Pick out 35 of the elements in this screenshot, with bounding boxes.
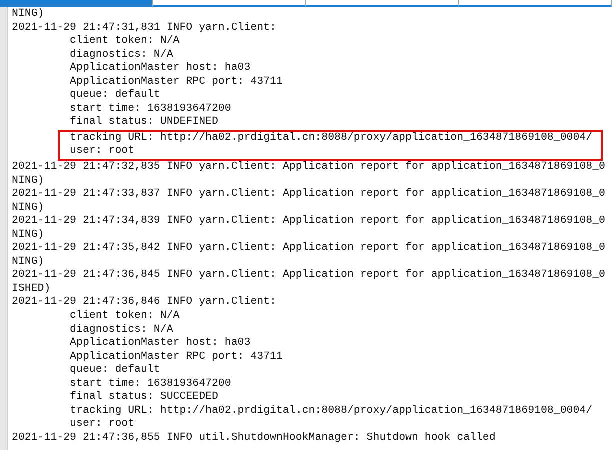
log-line: 2021-11-29 21:47:35,842 INFO yarn.Client: Application report for application_1634871869108_0 [12, 242, 606, 256]
log-line: ISHED) [12, 282, 51, 296]
log-line: NING) [12, 228, 44, 242]
log-line: start time: 1638193647200 [70, 102, 232, 116]
log-line: start time: 1638193647200 [70, 378, 232, 391]
log-line: ApplicationMaster host: ha03 [70, 337, 251, 351]
log-line: tracking URL: http://ha02.prdigital.cn:8088/proxy/application_1634871869108_0004/ [70, 404, 593, 418]
editor-tab[interactable] [459, 0, 612, 7]
log-line: client token: N/A [70, 35, 180, 49]
log-line: 2021-11-29 21:47:31,831 INFO yarn.Client: [12, 22, 276, 35]
editor-tab[interactable] [306, 0, 459, 7]
log-line: final status: UNDEFINED [70, 116, 218, 130]
log-line: NING) [12, 202, 44, 216]
log-line: queue: default [70, 89, 160, 103]
log-line: user: root [70, 145, 135, 160]
log-line: diagnostics: N/A [70, 48, 174, 62]
log-line: ApplicationMaster RPC port: 43711 [70, 350, 283, 364]
log-line: user: root [70, 418, 135, 432]
log-line: 2021-11-29 21:47:36,855 INFO util.ShutdownHookManager: Shutdown hook called [12, 432, 496, 446]
log-line: ApplicationMaster RPC port: 43711 [70, 76, 283, 89]
editor-tab[interactable] [153, 0, 306, 7]
log-line: NING) [12, 174, 44, 188]
log-line: 2021-11-29 21:47:36,846 INFO yarn.Client: [12, 296, 276, 310]
log-line: ApplicationMaster host: ha03 [70, 62, 251, 76]
log-line: 2021-11-29 21:47:32,835 INFO yarn.Client: Application report for application_1634871869108_0 [12, 161, 606, 175]
log-line: queue: default [70, 364, 160, 378]
log-line: 2021-11-29 21:47:34,839 INFO yarn.Client: Application report for application_1634871869108_0 [12, 215, 606, 229]
log-line: client token: N/A [70, 310, 180, 324]
log-line: 2021-11-29 21:47:36,845 INFO yarn.Client: Application report for application_1634871869108_0 [12, 269, 606, 283]
log-line: tracking URL: http://ha02.prdigital.cn:8088/proxy/application_1634871869108_0004/ [70, 132, 593, 146]
log-line: NING) [12, 8, 44, 22]
log-line: final status: SUCCEEDED [70, 391, 218, 405]
log-line: NING) [12, 256, 44, 270]
log-line: diagnostics: N/A [70, 324, 174, 337]
log-line: 2021-11-29 21:47:33,837 INFO yarn.Client: Application report for application_1634871869108_0 [12, 188, 606, 202]
